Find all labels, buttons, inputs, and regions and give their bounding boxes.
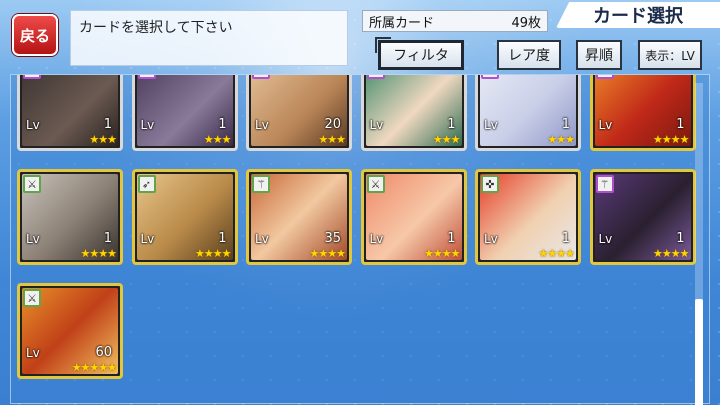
level-label: Lv — [26, 346, 40, 360]
instruction-box: カードを選択して下さい — [70, 10, 348, 66]
level-value: 1 — [103, 117, 112, 132]
card-grey-beard-man[interactable]: ⚔ Lv 1 ★★★★ — [17, 169, 123, 265]
level-value: 1 — [103, 231, 112, 246]
staff-icon: ⚚ — [481, 75, 499, 79]
rarity-stars: ★★★★ — [195, 247, 231, 260]
card-lion-man[interactable]: ⚔ Lv 60 ★★★★★ — [17, 283, 123, 379]
level-value: 1 — [676, 231, 685, 246]
level-label: Lv — [255, 118, 269, 132]
scrollbar[interactable] — [695, 83, 703, 405]
back-button[interactable]: 戻る — [12, 14, 58, 56]
level-value: 60 — [95, 345, 112, 360]
card-pink-hair-boy[interactable]: ⚔ Lv 1 ★★★★ — [360, 169, 467, 265]
gun-icon: ✜ — [481, 175, 499, 193]
level-value: 1 — [447, 231, 456, 246]
rarity-stars: ★★★★ — [80, 247, 117, 260]
card-red-hair-man[interactable]: ✜ Lv 1 ★★★★ — [475, 169, 581, 265]
rarity-stars: ★★★ — [432, 133, 461, 146]
card-purple-wolf[interactable]: ⚔ Lv 1★★★ — [131, 75, 238, 151]
card-roaring-tiger[interactable]: ⚔ Lv 1★★★★ — [589, 75, 696, 151]
staff-icon: ⚚ — [366, 75, 385, 79]
rarity-stars: ★★★★★ — [71, 361, 117, 374]
level-label: Lv — [140, 232, 155, 246]
instruction-text: カードを選択して下さい — [79, 20, 233, 36]
rarity-sort-button[interactable]: レア度 — [497, 40, 561, 70]
rarity-stars: ★★★★ — [424, 247, 460, 260]
card-dark-wolf[interactable]: ➶ Lv 1★★★ — [17, 75, 123, 151]
card-white-hair-girl[interactable]: ⚚ Lv 1★★★ — [475, 75, 581, 151]
owned-cards-count: 49枚 — [511, 15, 541, 31]
level-value: 1 — [561, 117, 570, 132]
sword-icon: ⚔ — [137, 75, 156, 79]
level-label: Lv — [26, 232, 40, 246]
level-value: 1 — [447, 117, 456, 132]
bow-icon: ➶ — [137, 175, 156, 193]
card-purple-beast[interactable]: ⚚ Lv 1 ★★★★ — [589, 169, 696, 265]
card-list-panel: ➶Lv1★★★⚔Lv1★★★⚚Lv20★★★⚚Lv1★★★⚚Lv1★★★⚔Lv1… — [10, 74, 710, 405]
rarity-stars: ★★★★ — [653, 247, 689, 260]
staff-icon: ⚚ — [595, 175, 614, 193]
level-value: 35 — [324, 231, 341, 246]
level-value: 1 — [676, 117, 685, 132]
level-label: Lv — [26, 118, 40, 132]
owned-cards-counter: 所属カード 49枚 — [362, 10, 548, 32]
sort-order-button[interactable]: 昇順 — [576, 40, 622, 70]
level-value: 20 — [324, 117, 341, 132]
rarity-stars: ★★★ — [89, 133, 117, 146]
level-label: Lv — [369, 118, 384, 132]
screen-title: カード選択 — [556, 2, 720, 28]
level-label: Lv — [255, 232, 269, 246]
card-glasses-man[interactable]: ⚚ Lv 20★★★ — [246, 75, 352, 151]
level-value: 1 — [218, 231, 227, 246]
level-label: Lv — [140, 118, 155, 132]
header: 戻る カードを選択して下さい 所属カード 49枚 カード選択 フィルタ レア度 … — [0, 0, 720, 72]
level-label: Lv — [598, 118, 613, 132]
staff-icon: ⚚ — [252, 75, 270, 79]
sword-icon: ⚔ — [23, 289, 41, 307]
rarity-stars: ★★★★ — [653, 133, 689, 146]
sword-icon: ⚔ — [595, 75, 614, 79]
rarity-stars: ★★★ — [318, 133, 346, 146]
level-label: Lv — [484, 118, 498, 132]
rarity-stars: ★★★★ — [538, 247, 575, 260]
bow-icon: ➶ — [23, 75, 41, 79]
level-value: 1 — [561, 231, 570, 246]
rarity-stars: ★★★ — [547, 133, 575, 146]
level-value: 1 — [218, 117, 227, 132]
level-label: Lv — [369, 232, 384, 246]
filter-button[interactable]: フィルタ — [375, 37, 464, 70]
level-label: Lv — [598, 232, 613, 246]
rarity-stars: ★★★★ — [309, 247, 346, 260]
level-label: Lv — [484, 232, 498, 246]
card-tanuki-man[interactable]: ➶ Lv 1 ★★★★ — [131, 169, 238, 265]
card-green-hair-girl[interactable]: ⚚ Lv 1★★★ — [360, 75, 467, 151]
sword-icon: ⚔ — [23, 175, 41, 193]
card-winking-boy[interactable]: ⚚ Lv 35 ★★★★ — [246, 169, 352, 265]
display-mode-button[interactable]: 表示：LV — [638, 40, 702, 70]
sword-icon: ⚔ — [366, 175, 385, 193]
owned-cards-label: 所属カード — [369, 15, 435, 31]
card-grid[interactable]: ➶Lv1★★★⚔Lv1★★★⚚Lv20★★★⚚Lv1★★★⚚Lv1★★★⚔Lv1… — [17, 75, 697, 405]
scrollbar-thumb[interactable] — [695, 299, 703, 405]
staff-icon: ⚚ — [252, 175, 270, 193]
rarity-stars: ★★★ — [203, 133, 232, 146]
